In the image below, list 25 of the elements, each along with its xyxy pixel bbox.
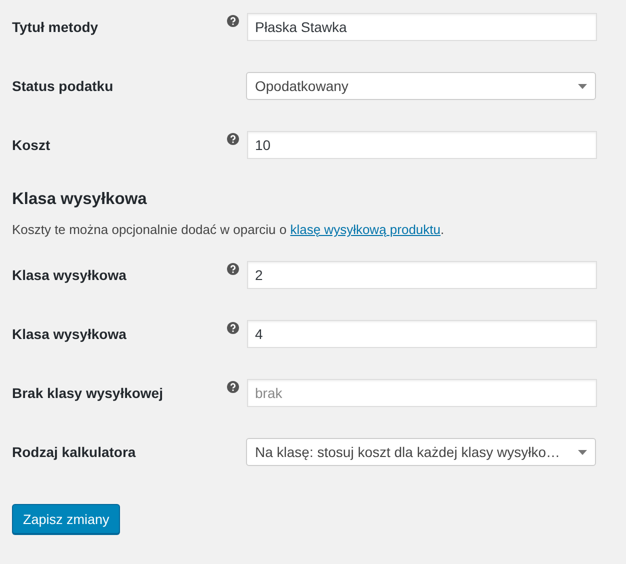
text-field[interactable]: 4 xyxy=(247,320,597,348)
field-label: Koszt xyxy=(12,137,52,153)
text-field[interactable]: 2 xyxy=(247,261,597,289)
help-icon[interactable] xyxy=(227,322,239,334)
save-button[interactable]: Zapisz zmiany xyxy=(12,504,120,534)
dropdown[interactable]: Opodatkowany xyxy=(246,72,596,100)
field-label: Rodzaj kalkulatora xyxy=(12,444,137,460)
caret-icon xyxy=(578,84,587,88)
field-label: Klasa wysyłkowa xyxy=(12,267,128,283)
section-description: Koszty te można opcjonalnie dodać w oparciu o klasę wysyłkową produktu. xyxy=(12,222,446,237)
caret-icon xyxy=(578,450,587,454)
dropdown[interactable]: Na klasę: stosuj koszt dla każdej klasy wysyłko… xyxy=(246,438,596,466)
text-field[interactable]: Płaska Stawka xyxy=(247,13,597,41)
field-label: Status podatku xyxy=(12,78,114,94)
help-icon[interactable] xyxy=(227,133,239,145)
field-label: Klasa wysyłkowa xyxy=(12,326,128,342)
text-field[interactable]: 10 xyxy=(247,131,597,159)
product-shipping-class-link[interactable]: klasę wysyłkową produktu xyxy=(290,222,441,237)
field-label: Tytuł metody xyxy=(12,19,100,35)
field-label: Brak klasy wysyłkowej xyxy=(12,385,164,401)
section-heading: Klasa wysyłkowa xyxy=(12,189,148,210)
help-icon[interactable] xyxy=(227,381,239,393)
help-icon[interactable] xyxy=(227,15,239,27)
text-field[interactable]: brak xyxy=(247,379,597,407)
help-icon[interactable] xyxy=(227,263,239,275)
